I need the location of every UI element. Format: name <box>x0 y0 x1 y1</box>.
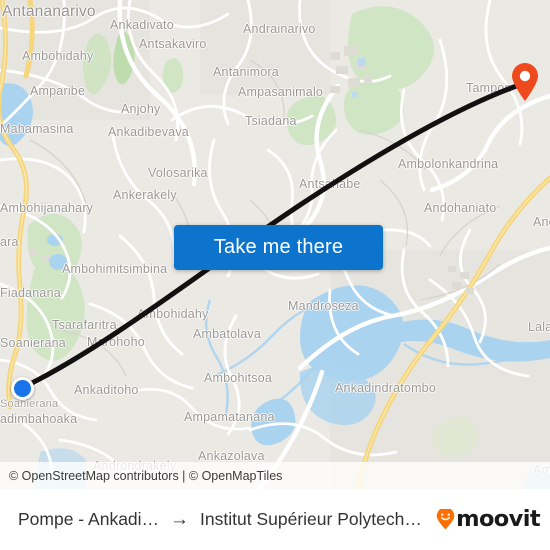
destination-pin-marker[interactable] <box>510 62 540 102</box>
map-pin-icon <box>512 63 538 101</box>
moovit-wordmark: moovit <box>456 506 541 533</box>
moovit-trip-map-screen: Antananarivo Ankadivato Andrainarivo Antsak… <box>0 0 550 550</box>
take-me-there-button[interactable]: Take me there <box>174 225 383 270</box>
moovit-logo[interactable]: moovit <box>436 506 541 533</box>
map-view[interactable]: Antananarivo Ankadivato Andrainarivo Antsak… <box>0 0 550 489</box>
map-attribution-bar: © OpenStreetMap contributors | © OpenMap… <box>0 462 550 489</box>
trip-origin-label: Pompe - Ankadi… <box>18 509 160 529</box>
map-attribution-text: © OpenStreetMap contributors | © OpenMap… <box>9 468 283 483</box>
origin-marker[interactable] <box>11 377 34 400</box>
arrow-right-icon: → <box>170 509 190 530</box>
moovit-pin-icon <box>436 509 455 530</box>
trip-destination-label: Institut Supérieur Polytechniqu… <box>200 509 428 529</box>
trip-summary-footer: Pompe - Ankadi… → Institut Supérieur Pol… <box>0 489 550 550</box>
